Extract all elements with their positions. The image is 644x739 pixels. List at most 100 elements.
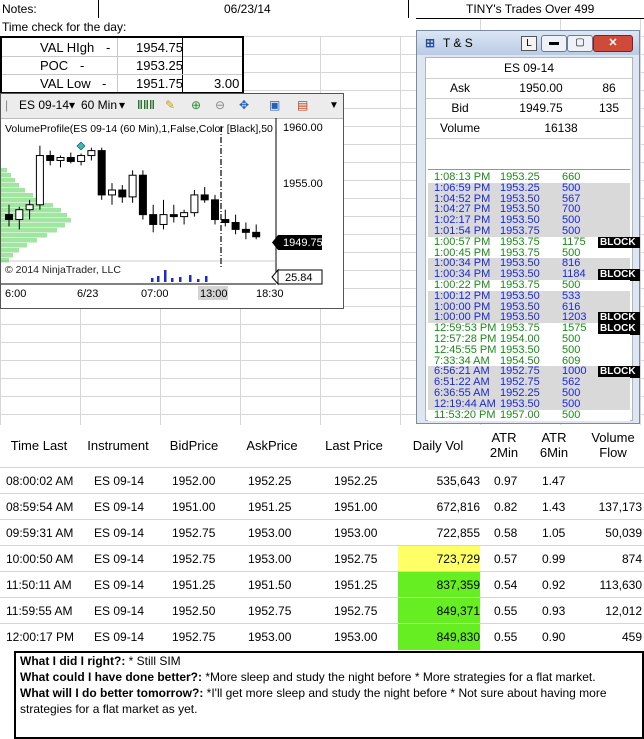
cell-vol: 535,643 bbox=[398, 468, 480, 494]
profile-bar bbox=[1, 178, 15, 183]
cell-atr2: 0.58 bbox=[494, 526, 518, 540]
time-check-label: Time check for the day: bbox=[2, 20, 127, 34]
profile-bar bbox=[1, 233, 47, 238]
col-volume-flow: Volume Flow bbox=[591, 430, 635, 460]
chart-toolbar: | ES 09-14 ▾ 60 Min ▾ ǁǁǁ ✎ ⊕ ⊖ ✥ ▣ ▤ ▼ bbox=[1, 94, 343, 119]
col-atr6: ATR 6Min bbox=[539, 430, 569, 460]
pencil-icon[interactable]: ✎ bbox=[165, 98, 175, 112]
cell-bid: 1952.75 bbox=[172, 552, 216, 566]
cell-inst: ES 09-14 bbox=[94, 526, 145, 540]
cell-flow: 12,012 bbox=[605, 604, 642, 618]
col-ask: AskPrice bbox=[246, 437, 298, 453]
ts-trade-row[interactable]: 11:53:20 PM 1957.00 500 bbox=[428, 408, 630, 422]
cell-time: 10:00:50 AM bbox=[6, 552, 74, 566]
cell-inst: ES 09-14 bbox=[94, 474, 145, 488]
note-q3-label: What will I do better tomorrow?: bbox=[20, 686, 204, 700]
cell-last: 1953.00 bbox=[334, 630, 378, 644]
cell-vol: 849,830 bbox=[398, 624, 480, 650]
volume-bar bbox=[164, 270, 167, 282]
ask-size: 86 bbox=[602, 81, 616, 95]
cell-last: 1951.25 bbox=[334, 578, 378, 592]
cell-inst: ES 09-14 bbox=[94, 630, 145, 644]
cell-flow: 137,173 bbox=[598, 500, 642, 514]
chevron-down-icon[interactable]: ▾ bbox=[119, 98, 125, 112]
time-label-5: 18:30 bbox=[256, 288, 284, 300]
ts-titlebar[interactable]: ⊞ T & S L ▬ ▢ ✕ bbox=[417, 31, 639, 55]
col-bid: BidPrice bbox=[169, 437, 219, 453]
cell-bid: 1951.00 bbox=[172, 500, 216, 514]
time-check-row: Time check for the day: bbox=[0, 18, 416, 37]
indicators-icon[interactable]: ▤ bbox=[297, 98, 308, 112]
copyright-label: © 2014 NinjaTrader, LLC bbox=[5, 264, 121, 276]
zoom-out-icon[interactable]: ⊖ bbox=[215, 98, 225, 112]
note-q2-label: What could I have done better?: bbox=[20, 670, 203, 684]
poc-value: 1953.25 bbox=[136, 58, 183, 73]
window-icon: ⊞ bbox=[425, 36, 436, 50]
volume-bar bbox=[197, 279, 200, 282]
col-time-last: Time Last bbox=[10, 437, 68, 453]
time-and-sales-window[interactable]: ⊞ T & S L ▬ ▢ ✕ ES 09-14 Ask 1950.00 86 … bbox=[416, 30, 640, 424]
block-trade-badge: BLOCK bbox=[598, 236, 640, 249]
cell-atr6: 1.47 bbox=[542, 474, 566, 488]
candle bbox=[46, 155, 55, 161]
cell-time: 08:59:54 AM bbox=[6, 500, 74, 514]
price-label-1955: 1955.00 bbox=[283, 178, 323, 190]
profile-bar bbox=[1, 188, 25, 193]
cell-atr2: 0.82 bbox=[494, 500, 518, 514]
instrument-selector[interactable]: ES 09-14 bbox=[19, 98, 69, 112]
volume-bar bbox=[171, 278, 174, 282]
block-trade-badge: BLOCK bbox=[598, 312, 640, 324]
cell-time: 12:00:17 PM bbox=[6, 630, 75, 644]
time-label-2: 6/23 bbox=[77, 288, 98, 300]
cell-inst: ES 09-14 bbox=[94, 552, 145, 566]
cell-inst: ES 09-14 bbox=[94, 500, 145, 514]
ts-trade-list[interactable]: 1:08:13 PM 1953.25 660 1:06:59 PM 1953.25 500… bbox=[428, 169, 640, 422]
block-trade-badge: BLOCK bbox=[598, 269, 640, 281]
cell-ask: 1953.00 bbox=[248, 630, 292, 644]
zoom-in-icon[interactable]: ⊕ bbox=[191, 98, 201, 112]
notes-label: Notes: bbox=[2, 2, 37, 16]
cell-ask: 1951.50 bbox=[248, 578, 292, 592]
crosshair-icon[interactable]: ✥ bbox=[239, 98, 249, 112]
candle bbox=[149, 214, 158, 225]
cell-bid: 1952.75 bbox=[172, 526, 216, 540]
note-q2-text: *More sleep and study the night before *… bbox=[202, 670, 596, 684]
price-chart[interactable]: VolumeProfile(ES 09-14 (60 Min),1,False,… bbox=[1, 118, 343, 308]
cell-flow: 50,039 bbox=[605, 526, 642, 540]
chevron-down-icon[interactable]: ▾ bbox=[69, 98, 75, 112]
interval-selector[interactable]: 60 Min bbox=[81, 98, 117, 112]
ts-time: 11:53:20 PM bbox=[434, 408, 496, 421]
header-row: Notes: 06/23/14 TINY's Trades Over 499 bbox=[0, 0, 644, 19]
cell-atr2: 0.55 bbox=[494, 604, 518, 618]
val-high-row: VAL HIgh - 1954.75 bbox=[2, 38, 242, 92]
chevron-down-icon[interactable]: ▼ bbox=[329, 100, 339, 111]
close-icon[interactable]: ✕ bbox=[593, 35, 633, 52]
candle bbox=[108, 189, 116, 196]
cell-vol: 723,729 bbox=[398, 546, 480, 572]
note-q1-text: * Still SIM bbox=[125, 654, 181, 668]
block-trade-badge: BLOCK bbox=[598, 366, 640, 378]
profile-bar bbox=[1, 198, 41, 203]
bar-type-icon[interactable]: ǁǁǁ bbox=[137, 98, 155, 112]
cell-vol: 722,855 bbox=[398, 520, 480, 546]
diamond-marker bbox=[76, 141, 86, 151]
volume-bar bbox=[179, 277, 182, 282]
cell-inst: ES 09-14 bbox=[94, 604, 145, 618]
time-label-3: 07:00 bbox=[141, 288, 169, 300]
ts-volume: 16138 bbox=[544, 121, 578, 135]
minimize-icon[interactable]: ▬ bbox=[541, 35, 567, 52]
table-header: Time Last Instrument BidPrice AskPrice L… bbox=[0, 425, 644, 465]
link-button[interactable]: L bbox=[521, 36, 537, 51]
notes-box: What I did I right?: * Still SIM What co… bbox=[14, 651, 644, 739]
maximize-icon[interactable]: ▢ bbox=[567, 35, 593, 52]
cell-vol: 837,359 bbox=[398, 572, 480, 598]
note-q1-label: What I did I right?: bbox=[20, 654, 126, 668]
col-atr2: ATR 2Min bbox=[489, 430, 519, 460]
cell-atr2: 0.57 bbox=[494, 552, 518, 566]
candle bbox=[241, 228, 250, 233]
properties-icon[interactable]: ▣ bbox=[269, 98, 280, 112]
sheet-title: TINY's Trades Over 499 bbox=[466, 2, 595, 16]
chart-window[interactable]: | ES 09-14 ▾ 60 Min ▾ ǁǁǁ ✎ ⊕ ⊖ ✥ ▣ ▤ ▼ … bbox=[0, 93, 344, 309]
indicator-label: VolumeProfile(ES 09-14 (60 Min),1,False,… bbox=[5, 123, 273, 135]
cell-last: 1952.25 bbox=[334, 474, 378, 488]
